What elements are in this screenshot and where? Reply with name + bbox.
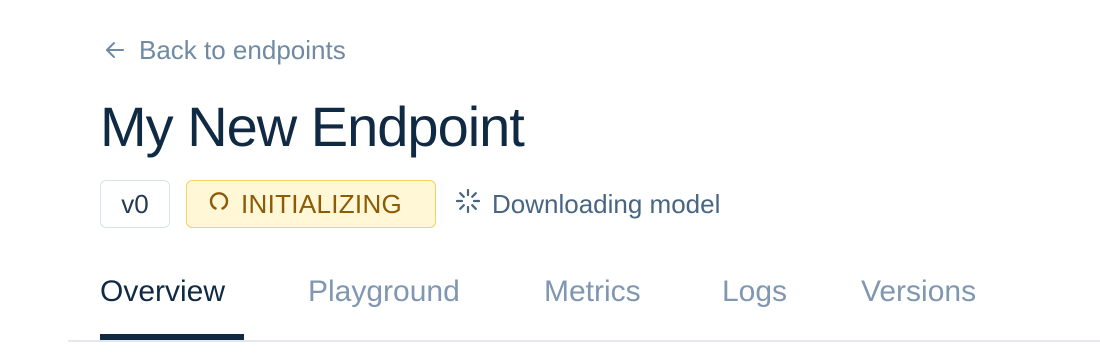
tab-overview[interactable]: Overview [100, 268, 225, 340]
version-badge: v0 [100, 180, 170, 228]
tabs-divider [68, 340, 1100, 342]
tab-metrics[interactable]: Metrics [544, 268, 641, 340]
back-to-endpoints-link[interactable]: Back to endpoints [103, 34, 346, 66]
arrow-left-icon [103, 38, 127, 62]
status-row: v0 INITIALIZING Downloading model [100, 180, 720, 228]
status-detail: Downloading model [454, 187, 720, 222]
status-badge: INITIALIZING [186, 180, 436, 228]
loading-ring-icon [207, 189, 231, 220]
endpoint-page-header: Back to endpoints My New Endpoint v0 INI… [0, 0, 1100, 360]
spinner-icon [454, 187, 482, 222]
page-title: My New Endpoint [100, 95, 525, 158]
endpoint-tabs: Overview Playground Metrics Logs Version… [0, 268, 1100, 342]
status-detail-label: Downloading model [492, 188, 721, 219]
tab-versions[interactable]: Versions [861, 268, 976, 340]
back-link-label: Back to endpoints [139, 34, 346, 65]
status-label: INITIALIZING [241, 188, 403, 219]
tab-playground[interactable]: Playground [308, 268, 460, 340]
tab-logs[interactable]: Logs [722, 268, 787, 340]
